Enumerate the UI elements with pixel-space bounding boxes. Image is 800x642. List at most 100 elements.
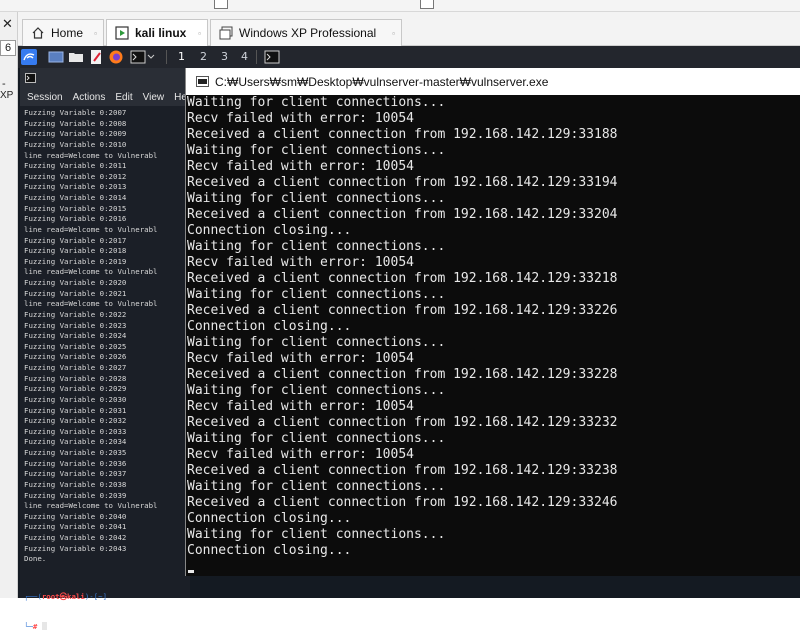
terminal-line: Fuzzing Variable 0:2011 xyxy=(24,161,127,171)
terminal-prompt[interactable]: ┌──(root㉿kali)-[~] └─# xyxy=(24,572,190,642)
console-line: Recv failed with error: 10054 xyxy=(187,255,414,270)
terminal-line: Fuzzing Variable 0:2023 xyxy=(24,320,127,330)
prompt-symbol: # xyxy=(32,622,38,631)
console-line: Received a client connection from 192.16… xyxy=(187,207,618,222)
console-icon xyxy=(196,76,209,87)
terminal-line: Fuzzing Variable 0:2036 xyxy=(24,458,127,468)
terminal-line: Fuzzing Variable 0:2015 xyxy=(24,203,127,213)
console-line: Recv failed with error: 10054 xyxy=(187,159,414,174)
console-line: Received a client connection from 192.16… xyxy=(187,415,618,430)
host-field[interactable]: 6 xyxy=(0,40,16,56)
workspace-2[interactable]: 2 xyxy=(200,50,207,63)
terminal-line: Fuzzing Variable 0:2033 xyxy=(24,426,127,436)
console-line: Waiting for client connections... xyxy=(187,239,446,254)
kali-menu-icon[interactable] xyxy=(21,49,37,65)
terminal-line: Fuzzing Variable 0:2035 xyxy=(24,448,127,457)
console-line: Received a client connection from 192.16… xyxy=(187,271,618,286)
text-editor-icon[interactable] xyxy=(88,49,104,65)
prompt-open: ┌──( xyxy=(24,592,42,601)
terminal-line: Fuzzing Variable 0:2038 xyxy=(24,479,127,489)
firefox-icon[interactable] xyxy=(108,49,124,65)
console-line: Recv failed with error: 10054 xyxy=(187,447,414,462)
terminal-line: Fuzzing Variable 0:2042 xyxy=(24,533,127,542)
kali-terminal-window[interactable]: Session Actions Edit View He Fuzzing Var… xyxy=(20,68,190,598)
console-line: Waiting for client connections... xyxy=(187,335,446,350)
tab-close-icon[interactable]: ▫ xyxy=(198,29,201,38)
panel-divider xyxy=(256,50,257,64)
terminal-line: line read=Welcome to Vulnerabl xyxy=(24,224,158,234)
taskbar-terminal-icon[interactable] xyxy=(264,49,280,65)
terminal-line: Fuzzing Variable 0:2024 xyxy=(24,331,127,341)
prompt-user: root㉿kali xyxy=(41,592,85,601)
terminal-line: Fuzzing Variable 0:2028 xyxy=(24,373,127,383)
console-title: C:₩Users₩sm₩Desktop₩vulnserver-master₩vu… xyxy=(215,74,549,89)
console-line: Waiting for client connections... xyxy=(187,143,446,158)
console-line: Received a client connection from 192.16… xyxy=(187,175,618,190)
terminal-line: Fuzzing Variable 0:2041 xyxy=(24,522,127,532)
kali-panel: 1 2 3 4 xyxy=(18,46,800,68)
file-manager-icon[interactable] xyxy=(68,49,84,65)
menu-edit[interactable]: Edit xyxy=(115,92,132,103)
workspace-3[interactable]: 3 xyxy=(221,50,228,63)
console-line: Connection closing... xyxy=(187,223,352,238)
tab-kali-linux[interactable]: kali linux ▫ xyxy=(106,19,208,46)
host-side-label: XP xyxy=(0,90,14,101)
terminal-titlebar[interactable] xyxy=(20,68,190,88)
console-line: Waiting for client connections... xyxy=(187,479,446,494)
console-line: Received a client connection from 192.16… xyxy=(187,303,618,318)
console-line: Waiting for client connections... xyxy=(187,383,446,398)
tab-close-icon[interactable]: ▫ xyxy=(94,29,97,38)
console-line: Connection closing... xyxy=(187,319,352,334)
terminal-line: Done. xyxy=(24,554,47,564)
console-line: Waiting for client connections... xyxy=(187,527,446,542)
console-cursor xyxy=(188,570,194,573)
menu-actions[interactable]: Actions xyxy=(73,92,106,103)
terminal-line: Fuzzing Variable 0:2037 xyxy=(24,469,127,479)
terminal-line: Fuzzing Variable 0:2014 xyxy=(24,193,127,202)
workspace-4[interactable]: 4 xyxy=(241,50,248,63)
terminal-line: Fuzzing Variable 0:2007 xyxy=(24,108,127,117)
terminal-line: Fuzzing Variable 0:2026 xyxy=(24,352,127,362)
tab-home[interactable]: Home ▫ xyxy=(22,19,104,46)
terminal-line: Fuzzing Variable 0:2020 xyxy=(24,278,127,287)
vulnserver-console-window[interactable]: C:₩Users₩sm₩Desktop₩vulnserver-master₩vu… xyxy=(185,68,800,576)
terminal-line: Fuzzing Variable 0:2016 xyxy=(24,214,127,224)
terminal-line: Fuzzing Variable 0:2022 xyxy=(24,309,127,319)
terminal-line: Fuzzing Variable 0:2032 xyxy=(24,416,127,426)
prompt-line2: └─ xyxy=(24,622,33,631)
workspace-1[interactable]: 1 xyxy=(178,50,185,63)
terminal-line: Fuzzing Variable 0:2012 xyxy=(24,171,127,181)
console-line: Received a client connection from 192.16… xyxy=(187,127,618,142)
terminal-line: line read=Welcome to Vulnerabl xyxy=(24,299,158,309)
terminal-line: line read=Welcome to Vulnerabl xyxy=(24,501,158,511)
tab-windows-xp[interactable]: Windows XP Professional ▫ xyxy=(210,19,402,46)
terminal-line: line read=Welcome to Vulnerabl xyxy=(24,267,158,277)
home-icon xyxy=(31,26,45,40)
close-icon[interactable]: ✕ xyxy=(2,16,13,32)
console-titlebar[interactable]: C:₩Users₩sm₩Desktop₩vulnserver-master₩vu… xyxy=(186,68,800,95)
terminal-line: Fuzzing Variable 0:2008 xyxy=(24,118,127,128)
toolbar-icon[interactable] xyxy=(420,0,434,9)
tab-close-icon[interactable]: ▫ xyxy=(392,29,395,38)
console-line: Recv failed with error: 10054 xyxy=(187,111,414,126)
toolbar-icon[interactable] xyxy=(214,0,228,9)
console-line: Waiting for client connections... xyxy=(187,95,446,110)
console-line: Received a client connection from 192.16… xyxy=(187,495,618,510)
vm-play-icon xyxy=(115,26,129,40)
terminal-line: Fuzzing Variable 0:2019 xyxy=(24,256,127,266)
host-sidebar: ✕ 6 - XP xyxy=(0,12,18,598)
terminal-line: Fuzzing Variable 0:2031 xyxy=(24,405,127,415)
terminal-line: Fuzzing Variable 0:2010 xyxy=(24,139,127,149)
terminal-launcher-icon[interactable] xyxy=(130,49,156,65)
terminal-line: Fuzzing Variable 0:2040 xyxy=(24,511,127,521)
menu-view[interactable]: View xyxy=(143,92,165,103)
console-line: Waiting for client connections... xyxy=(187,431,446,446)
terminal-line: Fuzzing Variable 0:2018 xyxy=(24,246,127,256)
terminal-line: Fuzzing Variable 0:2034 xyxy=(24,437,127,447)
terminal-line: Fuzzing Variable 0:2030 xyxy=(24,394,127,404)
console-line: Received a client connection from 192.16… xyxy=(187,367,618,382)
menu-session[interactable]: Session xyxy=(27,92,63,103)
show-desktop-icon[interactable] xyxy=(48,49,64,65)
console-line: Recv failed with error: 10054 xyxy=(187,399,414,414)
console-line: Waiting for client connections... xyxy=(187,191,446,206)
